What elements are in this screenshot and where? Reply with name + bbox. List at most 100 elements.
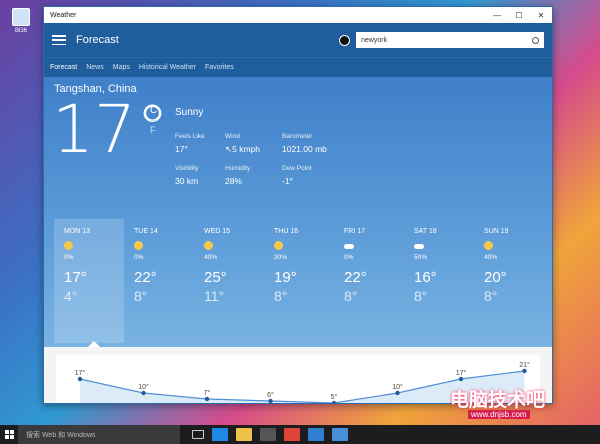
- high-temp: 25°: [204, 269, 227, 286]
- high-temp: 22°: [134, 269, 157, 286]
- detail-value: 28%: [225, 176, 243, 186]
- day-name: WED 15: [204, 228, 231, 235]
- weather-window: Weather — ☐ ✕ Forecast newyork Forecast …: [43, 6, 553, 404]
- current-conditions: Tangshan, China 17° C F Sunny Feels Like…: [44, 77, 552, 349]
- taskbar-search[interactable]: 搜索 Web 和 Windows: [18, 425, 180, 444]
- day-name: SUN 19: [484, 228, 509, 235]
- settings-icon[interactable]: [332, 428, 348, 441]
- detail-label: Wind: [225, 133, 240, 140]
- detail-value: ↖5 kmph: [225, 144, 260, 154]
- taskbar: 搜索 Web 和 Windows: [0, 425, 600, 444]
- avatar[interactable]: [339, 34, 350, 46]
- precip-chance: 0%: [344, 254, 354, 261]
- low-temp: 8°: [274, 288, 288, 304]
- high-temp: 17°: [64, 269, 87, 286]
- day-name: FRI 17: [344, 228, 366, 235]
- low-temp: 4°: [64, 288, 78, 304]
- detail-wind: Wind ↖5 kmph: [225, 133, 260, 155]
- edge-icon[interactable]: [212, 428, 228, 441]
- condition-text: Sunny: [175, 107, 204, 118]
- day-card-thu[interactable]: THU 16 30% 19° 8°: [264, 219, 334, 343]
- precip-chance: 30%: [274, 254, 288, 261]
- low-temp: 11°: [204, 288, 225, 304]
- hourly-point: [395, 390, 400, 396]
- detail-visibility: Visibility 30 km: [175, 165, 198, 186]
- low-temp: 8°: [414, 288, 428, 304]
- hourly-point: [204, 396, 210, 402]
- maximize-button[interactable]: ☐: [508, 7, 530, 23]
- sun-icon: [134, 241, 144, 251]
- high-temp: 16°: [414, 269, 437, 286]
- day-card-mon[interactable]: MON 13 0% 17° 4°: [54, 219, 124, 343]
- day-card-sun[interactable]: SUN 19 40% 20° 8°: [474, 219, 544, 343]
- store-icon[interactable]: [260, 428, 276, 441]
- app-icon[interactable]: [284, 428, 300, 441]
- watermark-url: www.dnjsb.com: [468, 410, 530, 419]
- search-icon[interactable]: [532, 36, 539, 44]
- hamburger-menu-icon[interactable]: [52, 35, 66, 45]
- window-title: Weather: [50, 11, 77, 19]
- search-input[interactable]: newyork: [356, 32, 544, 48]
- detail-label: Dew Point: [282, 165, 312, 172]
- file-explorer-icon[interactable]: [236, 428, 252, 441]
- day-card-wed[interactable]: WED 15 40% 25° 11°: [194, 219, 264, 343]
- detail-value: -1°: [282, 176, 293, 186]
- tab-maps[interactable]: Maps: [113, 64, 130, 71]
- hourly-point: [458, 376, 464, 382]
- sun-icon: [274, 241, 284, 251]
- day-card-tue[interactable]: TUE 14 0% 22° 8°: [124, 219, 194, 343]
- taskbar-search-placeholder: 搜索 Web 和 Windows: [26, 431, 96, 439]
- page-title: Forecast: [76, 34, 119, 46]
- detail-label: Humidity: [225, 165, 251, 172]
- hourly-label: 10°: [392, 383, 403, 391]
- day-name: TUE 14: [134, 228, 158, 235]
- high-temp: 19°: [274, 269, 297, 286]
- unit-celsius[interactable]: C: [150, 105, 157, 116]
- hourly-label: 10°: [138, 383, 149, 391]
- desktop-icon[interactable]: Bl36: [4, 8, 38, 34]
- detail-label: Visibility: [175, 165, 199, 172]
- tab-forecast[interactable]: Forecast: [50, 64, 77, 71]
- hourly-point: [331, 400, 337, 403]
- hourly-label: 17°: [75, 369, 86, 377]
- unit-fahrenheit[interactable]: F: [150, 125, 156, 135]
- hourly-point: [268, 398, 273, 403]
- precip-chance: 0%: [134, 254, 144, 261]
- minimize-button[interactable]: —: [486, 7, 508, 23]
- desktop-icon-label: Bl36: [14, 28, 27, 34]
- tab-favorites[interactable]: Favorites: [205, 64, 234, 71]
- precip-chance: 50%: [414, 254, 428, 261]
- hourly-point: [141, 390, 146, 396]
- cloud-icon: [414, 241, 424, 251]
- tab-news[interactable]: News: [86, 64, 104, 71]
- detail-feels-like: Feels Like 17°: [175, 133, 205, 154]
- detail-label: Barometer: [282, 133, 313, 140]
- cloud-icon: [344, 241, 354, 251]
- day-card-fri[interactable]: FRI 17 0% 22° 8°: [334, 219, 404, 343]
- recycle-bin-icon: [12, 8, 30, 26]
- precip-chance: 0%: [64, 254, 74, 261]
- task-view-icon[interactable]: [192, 430, 204, 439]
- watermark-title: 电脑技术吧: [450, 390, 546, 411]
- hourly-label: 6°: [267, 391, 274, 399]
- search-value[interactable]: newyork: [361, 37, 532, 44]
- sun-icon: [64, 241, 74, 251]
- start-button[interactable]: [0, 425, 18, 444]
- detail-value: 30 km: [175, 176, 199, 186]
- tab-historical-weather[interactable]: Historical Weather: [139, 64, 196, 71]
- hourly-point: [77, 376, 83, 382]
- day-name: THU 16: [274, 228, 299, 235]
- low-temp: 8°: [134, 288, 148, 304]
- detail-dew-point: Dew Point -1°: [282, 165, 312, 186]
- day-card-sat[interactable]: SAT 18 50% 16° 8°: [404, 219, 474, 343]
- low-temp: 8°: [484, 288, 498, 304]
- close-button[interactable]: ✕: [530, 7, 552, 23]
- nav-tabs: Forecast News Maps Historical Weather Fa…: [44, 57, 552, 77]
- weather-app-icon[interactable]: [308, 428, 324, 441]
- high-temp: 20°: [484, 269, 507, 286]
- day-name: SAT 18: [414, 228, 437, 235]
- hourly-label: 5°: [331, 393, 338, 401]
- hourly-label: 7°: [204, 389, 211, 397]
- daily-forecast: MON 13 0% 17° 4° TUE 14 0% 22° 8° WED 15…: [54, 219, 544, 343]
- low-temp: 8°: [344, 288, 358, 304]
